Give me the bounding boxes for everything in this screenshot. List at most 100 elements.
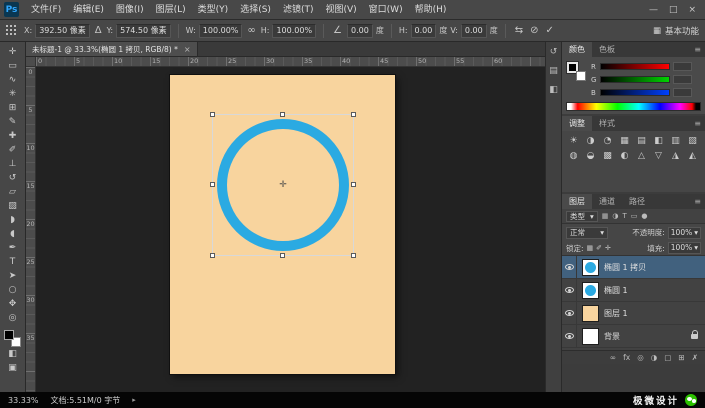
canvas-viewport[interactable]: ✛	[36, 67, 545, 392]
transform-handle-sw[interactable]	[210, 253, 215, 258]
tool-button[interactable]: ◎	[3, 311, 23, 325]
panel-menu-icon[interactable]: ≡	[694, 42, 705, 57]
adjustment-icon[interactable]: ◒	[585, 151, 596, 162]
opacity-dropdown[interactable]: 100% ▾	[667, 226, 701, 239]
minimize-icon[interactable]: —	[649, 5, 658, 15]
commit-transform-icon[interactable]: ✓	[543, 25, 555, 36]
layer-thumbnail[interactable]	[582, 281, 599, 299]
transform-handle-w[interactable]	[210, 182, 215, 187]
tab-layers[interactable]: 图层	[562, 194, 592, 209]
visibility-toggle[interactable]	[562, 325, 577, 347]
transform-handle-s[interactable]	[280, 253, 285, 258]
color-swatches[interactable]	[4, 330, 21, 347]
visibility-toggle[interactable]	[562, 279, 577, 301]
tool-button[interactable]: ✛	[3, 45, 23, 59]
tool-button[interactable]: ▱	[3, 185, 23, 199]
adjustment-icon[interactable]: ◧	[653, 136, 664, 147]
layer-row-layer-1[interactable]: 图层 1	[562, 302, 705, 325]
menu-item[interactable]: 编辑(E)	[67, 0, 110, 20]
tool-button[interactable]: ⊞	[3, 101, 23, 115]
layers-footer-icon[interactable]: ◑	[651, 353, 658, 362]
adjustment-icon[interactable]: ▩	[602, 151, 613, 162]
red-value-field[interactable]	[673, 62, 692, 71]
cancel-transform-icon[interactable]: ⊘	[528, 25, 540, 36]
transform-handle-nw[interactable]	[210, 112, 215, 117]
tool-button[interactable]: ✒	[3, 241, 23, 255]
filter-kind-icon[interactable]: T	[623, 212, 627, 220]
adjustment-icon[interactable]: ▽	[653, 151, 664, 162]
filter-kind-icon[interactable]: ◑	[612, 212, 618, 220]
visibility-toggle[interactable]	[562, 256, 577, 278]
tool-button[interactable]: ▭	[3, 59, 23, 73]
adjustment-icon[interactable]: ◐	[619, 151, 630, 162]
green-slider[interactable]	[600, 76, 670, 83]
h-skew-field[interactable]: 0.00	[410, 23, 437, 38]
layer-row-ellipse-1[interactable]: 椭圆 1	[562, 279, 705, 302]
screen-mode-button[interactable]: ▣	[3, 361, 23, 375]
menu-item[interactable]: 图层(L)	[150, 0, 192, 20]
menu-item[interactable]: 帮助(H)	[409, 0, 453, 20]
transform-handle-ne[interactable]	[351, 112, 356, 117]
adjustment-icon[interactable]: ◑	[585, 136, 596, 147]
menu-item[interactable]: 窗口(W)	[363, 0, 409, 20]
tab-channels[interactable]: 通道	[592, 194, 622, 209]
layer-row-ellipse-1-copy[interactable]: 椭圆 1 拷贝	[562, 256, 705, 279]
menu-item[interactable]: 图像(I)	[110, 0, 150, 20]
link-dimensions-icon[interactable]: ∞	[245, 25, 257, 36]
document-tab[interactable]: 未标题-1 @ 33.3%(椭圆 1 拷贝, RGB/8) * ×	[26, 42, 198, 56]
x-field[interactable]: 392.50 像素	[35, 23, 90, 38]
menu-item[interactable]: 类型(Y)	[192, 0, 235, 20]
layers-footer-icon[interactable]: ▢	[664, 353, 671, 362]
adjustment-icon[interactable]: ☀	[568, 136, 579, 147]
adjustment-icon[interactable]: △	[636, 151, 647, 162]
filter-kind-icon[interactable]: ●	[641, 212, 647, 220]
transform-handle-n[interactable]	[280, 112, 285, 117]
filter-kind-icon[interactable]: ▭	[631, 212, 638, 220]
color-spectrum-ramp[interactable]	[566, 102, 701, 111]
relative-position-icon[interactable]: Δ	[93, 25, 104, 36]
tab-paths[interactable]: 路径	[622, 194, 652, 209]
tool-button[interactable]: ✥	[3, 297, 23, 311]
zoom-level[interactable]: 33.33%	[8, 396, 39, 405]
document-canvas[interactable]: ✛	[170, 75, 395, 374]
layer-filter-type-dropdown[interactable]: 类型 ▾	[566, 210, 598, 222]
blue-value-field[interactable]	[673, 88, 692, 97]
menu-item[interactable]: 文件(F)	[25, 0, 67, 20]
tab-styles[interactable]: 样式	[592, 116, 622, 131]
menu-item[interactable]: 滤镜(T)	[277, 0, 320, 20]
panel-color-swatches[interactable]	[566, 61, 586, 81]
adjustment-icon[interactable]: ◍	[568, 151, 579, 162]
transform-bounding-box[interactable]: ✛	[210, 112, 356, 258]
layers-footer-icon[interactable]: ∞	[610, 353, 616, 362]
status-expander-icon[interactable]: ▸	[132, 396, 136, 404]
y-field[interactable]: 574.50 像素	[116, 23, 171, 38]
adjustment-icon[interactable]: ▧	[687, 136, 698, 147]
tool-button[interactable]: ✳	[3, 87, 23, 101]
adjustment-icon[interactable]: ◔	[602, 136, 613, 147]
tab-color[interactable]: 颜色	[562, 42, 592, 57]
tool-button[interactable]: ○	[3, 283, 23, 297]
width-field[interactable]: 100.00%	[198, 23, 243, 38]
workspace-switcher[interactable]: ▦ 基本功能	[653, 25, 699, 37]
panel-icon[interactable]: ▤	[549, 66, 558, 76]
lock-option-icon[interactable]: ✛	[605, 244, 611, 252]
red-slider[interactable]	[600, 63, 670, 70]
close-icon[interactable]: ×	[688, 5, 696, 15]
layers-footer-icon[interactable]: ✗	[692, 353, 698, 362]
tool-button[interactable]: ∿	[3, 73, 23, 87]
blue-slider[interactable]	[600, 89, 670, 96]
tab-swatches[interactable]: 色板	[592, 42, 622, 57]
v-skew-field[interactable]: 0.00	[460, 23, 487, 38]
warp-mode-icon[interactable]: ⇆	[513, 25, 525, 36]
layer-row-background[interactable]: 背景	[562, 325, 705, 348]
panel-icon[interactable]: ◧	[549, 85, 558, 95]
adjustment-icon[interactable]: ▦	[619, 136, 630, 147]
adjustment-icon[interactable]: ◭	[687, 151, 698, 162]
foreground-color-swatch[interactable]	[4, 330, 14, 340]
tool-button[interactable]: ⊥	[3, 157, 23, 171]
menu-item[interactable]: 视图(V)	[319, 0, 362, 20]
maximize-icon[interactable]: □	[669, 5, 678, 15]
height-field[interactable]: 100.00%	[272, 23, 317, 38]
tool-button[interactable]: ➤	[3, 269, 23, 283]
green-value-field[interactable]	[673, 75, 692, 84]
